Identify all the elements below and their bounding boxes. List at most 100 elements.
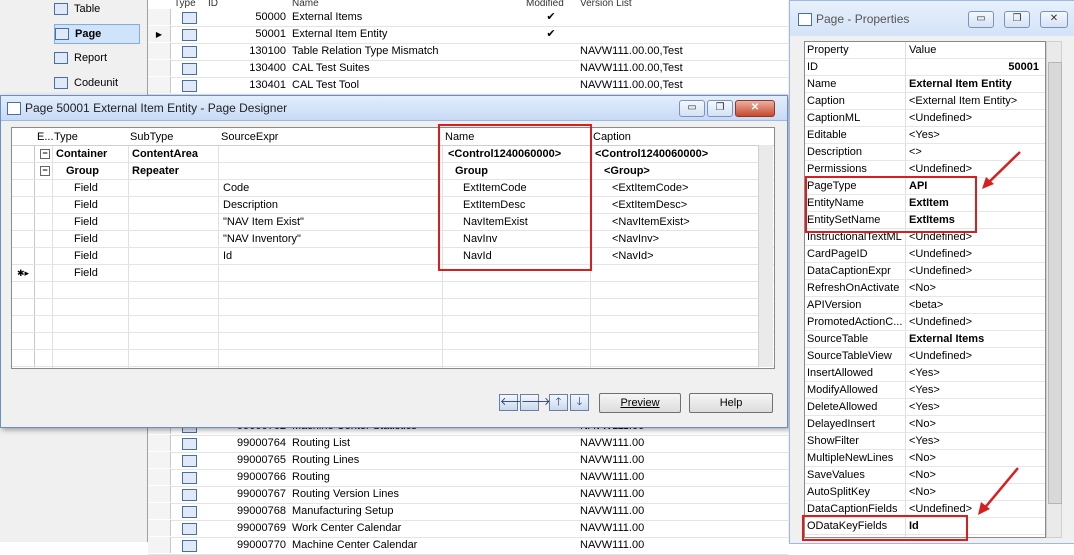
row-selector[interactable]: [148, 43, 171, 59]
control-row[interactable]: Field "NAV Inventory" NavInv <NavInv>: [12, 231, 774, 248]
col-header-caption[interactable]: Caption: [593, 131, 631, 143]
property-value[interactable]: <No>: [909, 416, 1043, 432]
row-selector[interactable]: [148, 435, 171, 451]
control-row[interactable]: Field Code ExtItemCode <ExtItemCode>: [12, 180, 774, 197]
property-value[interactable]: <Yes>: [909, 382, 1043, 398]
move-left-button[interactable]: 🡐: [499, 394, 530, 411]
preview-button[interactable]: Preview: [599, 393, 681, 413]
col-header-type[interactable]: Type: [174, 0, 196, 8]
restore-button[interactable]: ❐: [707, 100, 733, 117]
empty-row[interactable]: [12, 299, 774, 316]
property-row[interactable]: CaptionML <Undefined>: [805, 110, 1045, 127]
property-value[interactable]: <beta>: [909, 297, 1043, 313]
nav-item-codeunit[interactable]: Codeunit: [54, 74, 138, 92]
row-selector[interactable]: [12, 350, 35, 366]
property-value[interactable]: <Yes>: [909, 433, 1043, 449]
property-value[interactable]: <Undefined>: [909, 110, 1043, 126]
control-row[interactable]: ✱▸ Field: [12, 265, 774, 282]
empty-row[interactable]: [12, 333, 774, 350]
row-selector[interactable]: [12, 197, 35, 213]
row-selector[interactable]: [12, 299, 35, 315]
property-value[interactable]: <Yes>: [909, 399, 1043, 415]
property-value[interactable]: <Yes>: [909, 127, 1043, 143]
property-value[interactable]: <Undefined>: [909, 263, 1043, 279]
control-row[interactable]: Field Description ExtItemDesc <ExtItemDesc>: [12, 197, 774, 214]
property-value[interactable]: <Undefined>: [909, 314, 1043, 330]
row-selector[interactable]: [12, 180, 35, 196]
table-row[interactable]: 130100 Table Relation Type Mismatch NAVW11…: [148, 43, 788, 61]
nav-item-table[interactable]: Table: [54, 0, 138, 18]
table-row[interactable]: 99000767 Routing Version Lines NAVW111.00: [148, 486, 788, 504]
control-row[interactable]: Field Id NavId <NavId>: [12, 248, 774, 265]
col-header-type[interactable]: Type: [54, 131, 78, 143]
table-row[interactable]: 130401 CAL Test Tool NAVW111.00.00,Test: [148, 77, 788, 95]
property-row[interactable]: DataCaptionExpr <Undefined>: [805, 263, 1045, 280]
move-up-button[interactable]: 🡑: [549, 394, 568, 411]
row-selector[interactable]: [148, 486, 171, 502]
empty-row[interactable]: [12, 316, 774, 333]
table-row[interactable]: 99000769 Work Center Calendar NAVW111.00: [148, 520, 788, 538]
row-selector[interactable]: [12, 282, 35, 298]
nav-item-report[interactable]: Report: [54, 49, 138, 67]
scrollbar-thumb[interactable]: [1048, 62, 1062, 504]
col-header-sourceexpr[interactable]: SourceExpr: [221, 131, 278, 143]
row-selector[interactable]: ▶: [148, 26, 171, 42]
property-row[interactable]: SourceTableView <Undefined>: [805, 348, 1045, 365]
property-value[interactable]: 50001: [909, 59, 1043, 75]
restore-button[interactable]: ❐: [1004, 11, 1030, 28]
property-row[interactable]: CardPageID <Undefined>: [805, 246, 1045, 263]
row-selector[interactable]: [148, 503, 171, 519]
page-designer-titlebar[interactable]: Page 50001 External Item Entity - Page D…: [1, 96, 787, 121]
row-selector[interactable]: [148, 60, 171, 76]
col-header-id[interactable]: ID: [208, 0, 218, 8]
property-row[interactable]: Name External Item Entity: [805, 76, 1045, 93]
col-header-name[interactable]: Name: [292, 0, 319, 8]
property-value[interactable]: External Items: [909, 331, 1043, 347]
control-row[interactable]: − Container ContentArea <Control1240060000>…: [12, 146, 774, 163]
table-row[interactable]: 50000 External Items ✔: [148, 9, 788, 27]
property-value[interactable]: <No>: [909, 450, 1043, 466]
table-row[interactable]: 99000768 Manufacturing Setup NAVW111.00: [148, 503, 788, 521]
row-selector[interactable]: [12, 248, 35, 264]
property-value[interactable]: <No>: [909, 280, 1043, 296]
col-header-e[interactable]: E...: [37, 131, 54, 143]
row-selector[interactable]: [12, 146, 35, 162]
minimize-button[interactable]: ▭: [679, 100, 705, 117]
property-row[interactable]: Editable <Yes>: [805, 127, 1045, 144]
move-down-button[interactable]: 🡓: [570, 394, 589, 411]
property-value[interactable]: External Item Entity: [909, 76, 1043, 92]
row-selector[interactable]: [148, 9, 171, 25]
row-selector[interactable]: [12, 316, 35, 332]
property-row[interactable]: APIVersion <beta>: [805, 297, 1045, 314]
property-row[interactable]: InsertAllowed <Yes>: [805, 365, 1045, 382]
table-row[interactable]: 99000765 Routing Lines NAVW111.00: [148, 452, 788, 470]
empty-row[interactable]: [12, 282, 774, 299]
controls-grid-scrollbar[interactable]: [758, 145, 773, 367]
property-value[interactable]: <Undefined>: [909, 348, 1043, 364]
table-row[interactable]: 99000770 Machine Center Calendar NAVW111.0…: [148, 537, 788, 555]
property-row[interactable]: DelayedInsert <No>: [805, 416, 1045, 433]
property-row[interactable]: RefreshOnActivate <No>: [805, 280, 1045, 297]
table-row[interactable]: 99000766 Routing NAVW111.00: [148, 469, 788, 487]
table-row[interactable]: ▶ 50001 External Item Entity ✔: [148, 26, 788, 44]
property-row[interactable]: DeleteAllowed <Yes>: [805, 399, 1045, 416]
collapse-icon[interactable]: −: [40, 149, 50, 159]
row-selector[interactable]: [148, 520, 171, 536]
properties-scrollbar[interactable]: [1046, 41, 1062, 538]
row-selector[interactable]: [148, 537, 171, 553]
row-selector[interactable]: [148, 469, 171, 485]
property-value[interactable]: <External Item Entity>: [909, 93, 1043, 109]
row-selector[interactable]: [12, 231, 35, 247]
row-selector[interactable]: ✱▸: [12, 265, 35, 281]
col-header-subtype[interactable]: SubType: [130, 131, 173, 143]
row-selector[interactable]: [148, 452, 171, 468]
row-selector[interactable]: [12, 333, 35, 349]
property-row[interactable]: ModifyAllowed <Yes>: [805, 382, 1045, 399]
property-value[interactable]: <Undefined>: [909, 246, 1043, 262]
properties-titlebar[interactable]: Page - Properties ▭ ❐ ✕: [790, 1, 1074, 36]
property-row[interactable]: SourceTable External Items: [805, 331, 1045, 348]
property-value[interactable]: <Yes>: [909, 365, 1043, 381]
empty-row[interactable]: [12, 350, 774, 367]
property-row[interactable]: ID 50001: [805, 59, 1045, 76]
control-row[interactable]: Field "NAV Item Exist" NavItemExist <NavIte…: [12, 214, 774, 231]
